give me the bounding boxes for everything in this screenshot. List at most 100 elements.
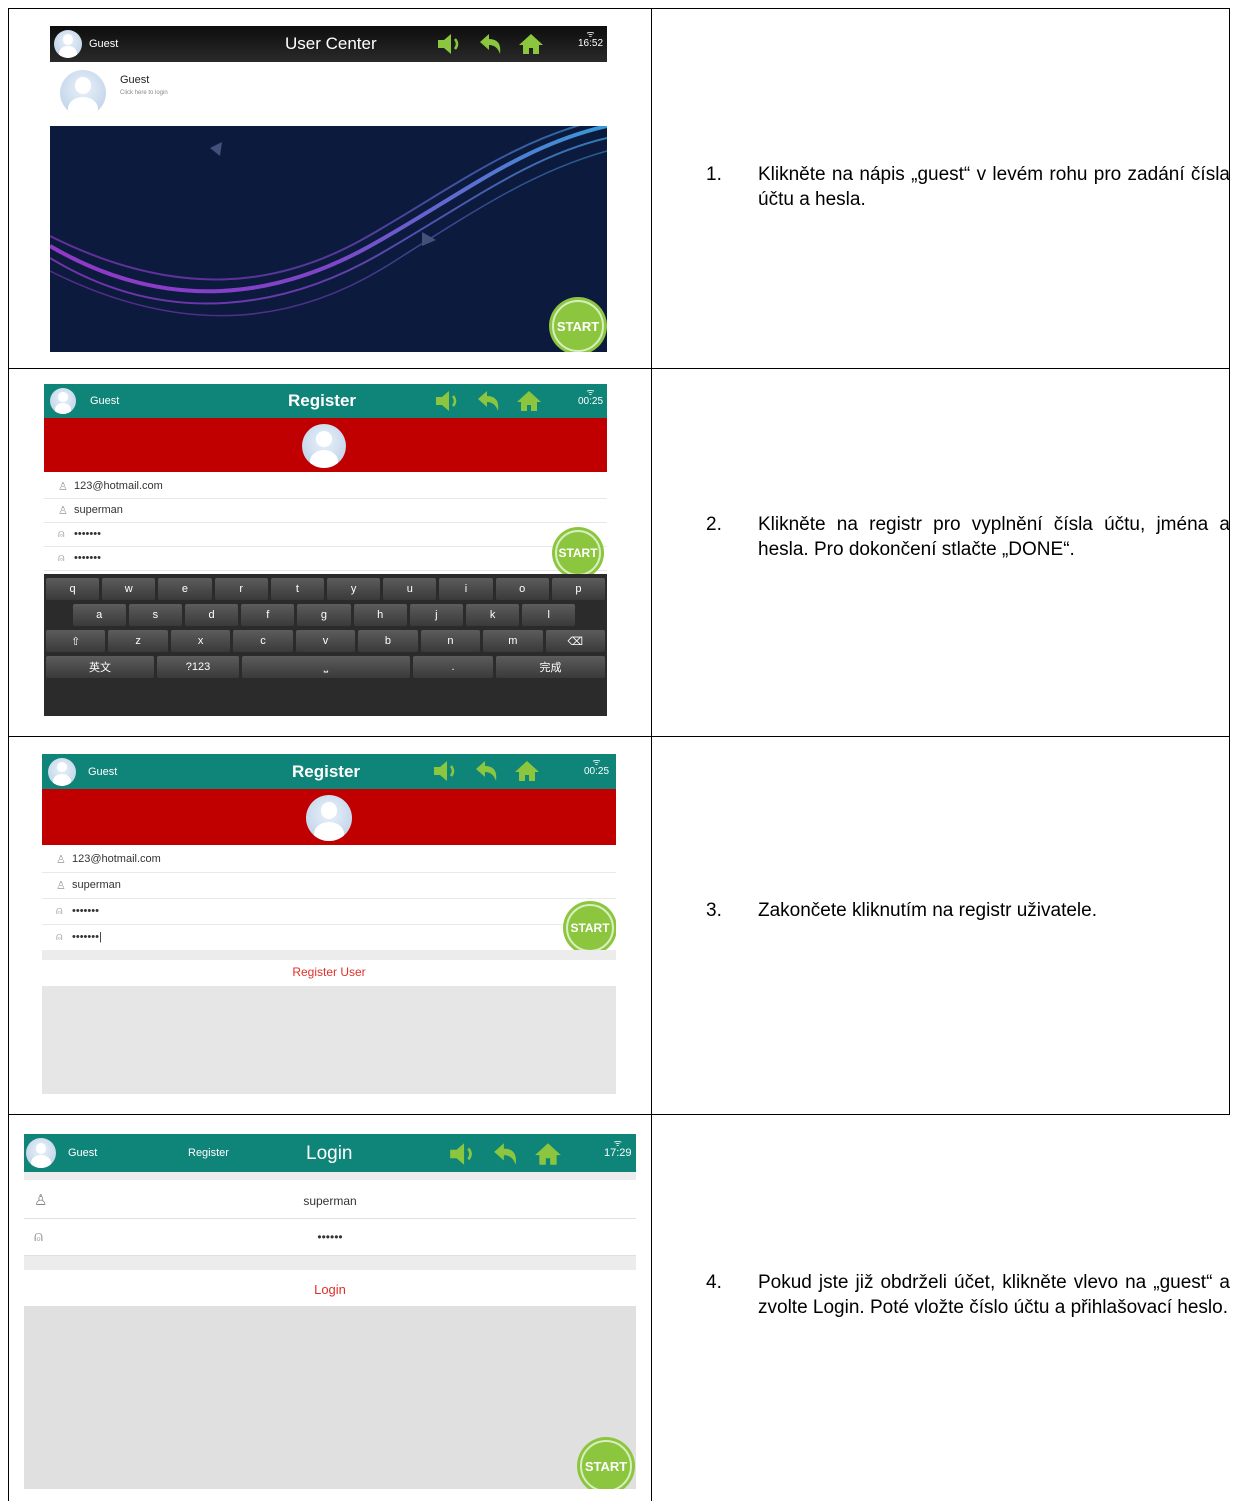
step-1: 1. Klikněte na nápis „guest“ v levém roh… [706, 162, 1230, 212]
guest-avatar[interactable] [26, 1138, 56, 1168]
guest-label[interactable]: Guest [89, 38, 118, 50]
register-link[interactable]: Register [188, 1147, 229, 1159]
home-icon[interactable] [534, 1142, 562, 1166]
key-p[interactable]: p [551, 578, 605, 600]
title-bar: Guest Register Login ᯤ 17:29 [24, 1134, 636, 1172]
key-shift[interactable]: ⇧ [46, 630, 106, 652]
start-button[interactable]: START [555, 530, 601, 576]
field-value: ••••••• [74, 552, 101, 564]
field-value: •••••••| [72, 931, 102, 943]
key-o[interactable]: o [495, 578, 549, 600]
back-icon[interactable] [492, 1142, 520, 1166]
home-icon[interactable] [514, 760, 540, 782]
key-e[interactable]: e [158, 578, 212, 600]
key-r[interactable]: r [214, 578, 268, 600]
key-period[interactable]: . [413, 656, 493, 678]
key-space[interactable]: ⎵ [242, 656, 410, 678]
separator-strip [24, 1256, 636, 1270]
guest-avatar[interactable] [54, 30, 82, 58]
status-clock: ᯤ 17:29 [604, 1138, 632, 1159]
key-numbers[interactable]: ?123 [157, 656, 239, 678]
field-value: 123@hotmail.com [72, 853, 161, 865]
email-field[interactable]: ♙ 123@hotmail.com [44, 474, 607, 499]
guest-label[interactable]: Guest [88, 766, 117, 778]
key-t[interactable]: t [270, 578, 324, 600]
title-bar-icons [448, 1142, 562, 1166]
key-v[interactable]: v [295, 630, 356, 652]
lock-icon: ⍝ [58, 527, 65, 540]
name-field[interactable]: ♙ superman [42, 872, 616, 899]
table-row-divider-1 [8, 368, 1230, 369]
key-x[interactable]: x [170, 630, 231, 652]
key-a[interactable]: a [72, 604, 126, 626]
key-i[interactable]: i [439, 578, 493, 600]
start-button[interactable]: START [552, 300, 604, 352]
key-w[interactable]: w [102, 578, 156, 600]
volume-icon[interactable] [448, 1142, 478, 1166]
key-j[interactable]: j [409, 604, 463, 626]
password-field[interactable]: ⍝ •••••• [24, 1219, 636, 1256]
key-h[interactable]: h [353, 604, 407, 626]
key-n[interactable]: n [420, 630, 481, 652]
login-button[interactable]: Login [24, 1282, 636, 1297]
screenshot-register-user: Guest Register ᯤ 00:25 ♙ 123@hotmail.com ♙… [42, 754, 616, 1094]
profile-login-hint[interactable]: Click here to login [120, 90, 168, 96]
start-button[interactable]: START [580, 1440, 632, 1489]
user-icon: ♙ [56, 853, 66, 866]
key-m[interactable]: m [483, 630, 543, 652]
step-text: Klikněte na nápis „guest“ v levém rohu p… [758, 164, 1230, 210]
key-u[interactable]: u [383, 578, 437, 600]
profile-name[interactable]: Guest [120, 74, 149, 86]
key-k[interactable]: k [466, 604, 520, 626]
volume-icon[interactable] [434, 390, 462, 412]
title-bar-icons [432, 760, 540, 782]
separator-strip [42, 950, 616, 960]
title-bar-icons [434, 390, 542, 412]
guest-avatar[interactable] [50, 388, 76, 414]
lock-icon: ⍝ [56, 930, 63, 943]
guest-label[interactable]: Guest [90, 395, 119, 407]
back-icon[interactable] [478, 33, 504, 55]
name-field[interactable]: ♙ superman [44, 498, 607, 523]
title-bar: Guest Register ᯤ 00:25 [44, 384, 607, 418]
field-value: 123@hotmail.com [74, 480, 163, 492]
key-z[interactable]: z [108, 630, 168, 652]
profile-panel[interactable]: Guest Click here to login [50, 62, 607, 126]
key-f[interactable]: f [241, 604, 295, 626]
key-d[interactable]: d [185, 604, 239, 626]
back-icon[interactable] [476, 390, 502, 412]
confirm-password-field[interactable]: ⍝ •••••••| [42, 924, 616, 951]
email-field[interactable]: ♙ 123@hotmail.com [42, 846, 616, 873]
start-button[interactable]: START [566, 904, 614, 952]
volume-icon[interactable] [436, 33, 464, 55]
guest-avatar[interactable] [48, 757, 76, 786]
register-avatar[interactable] [306, 795, 352, 841]
home-icon[interactable] [518, 33, 544, 55]
register-avatar[interactable] [302, 424, 346, 468]
key-y[interactable]: y [327, 578, 381, 600]
confirm-password-field[interactable]: ⍝ ••••••• [44, 546, 607, 571]
password-field[interactable]: ⍝ ••••••• [44, 522, 607, 547]
key-b[interactable]: b [358, 630, 418, 652]
key-done[interactable]: 完成 [496, 656, 605, 678]
key-s[interactable]: s [128, 604, 182, 626]
password-field[interactable]: ⍝ ••••••• [42, 898, 616, 925]
step-number: 4. [706, 1272, 722, 1293]
key-backspace[interactable]: ⌫ [545, 630, 605, 652]
username-field[interactable]: ♙ superman [24, 1182, 636, 1219]
profile-avatar[interactable] [60, 70, 106, 116]
key-q[interactable]: q [46, 578, 100, 600]
key-language[interactable]: 英文 [46, 656, 154, 678]
field-value: ••••••• [72, 905, 99, 917]
clock-time: 00:25 [578, 396, 604, 407]
back-icon[interactable] [474, 760, 500, 782]
home-icon[interactable] [516, 390, 542, 412]
key-g[interactable]: g [297, 604, 351, 626]
volume-icon[interactable] [432, 760, 460, 782]
table-border-top [8, 8, 1230, 9]
register-user-button[interactable]: Register User [42, 965, 616, 979]
step-3: 3. Zakončete kliknutím na registr uživat… [706, 898, 1230, 923]
guest-label[interactable]: Guest [68, 1147, 97, 1159]
key-l[interactable]: l [522, 604, 576, 626]
key-c[interactable]: c [233, 630, 293, 652]
